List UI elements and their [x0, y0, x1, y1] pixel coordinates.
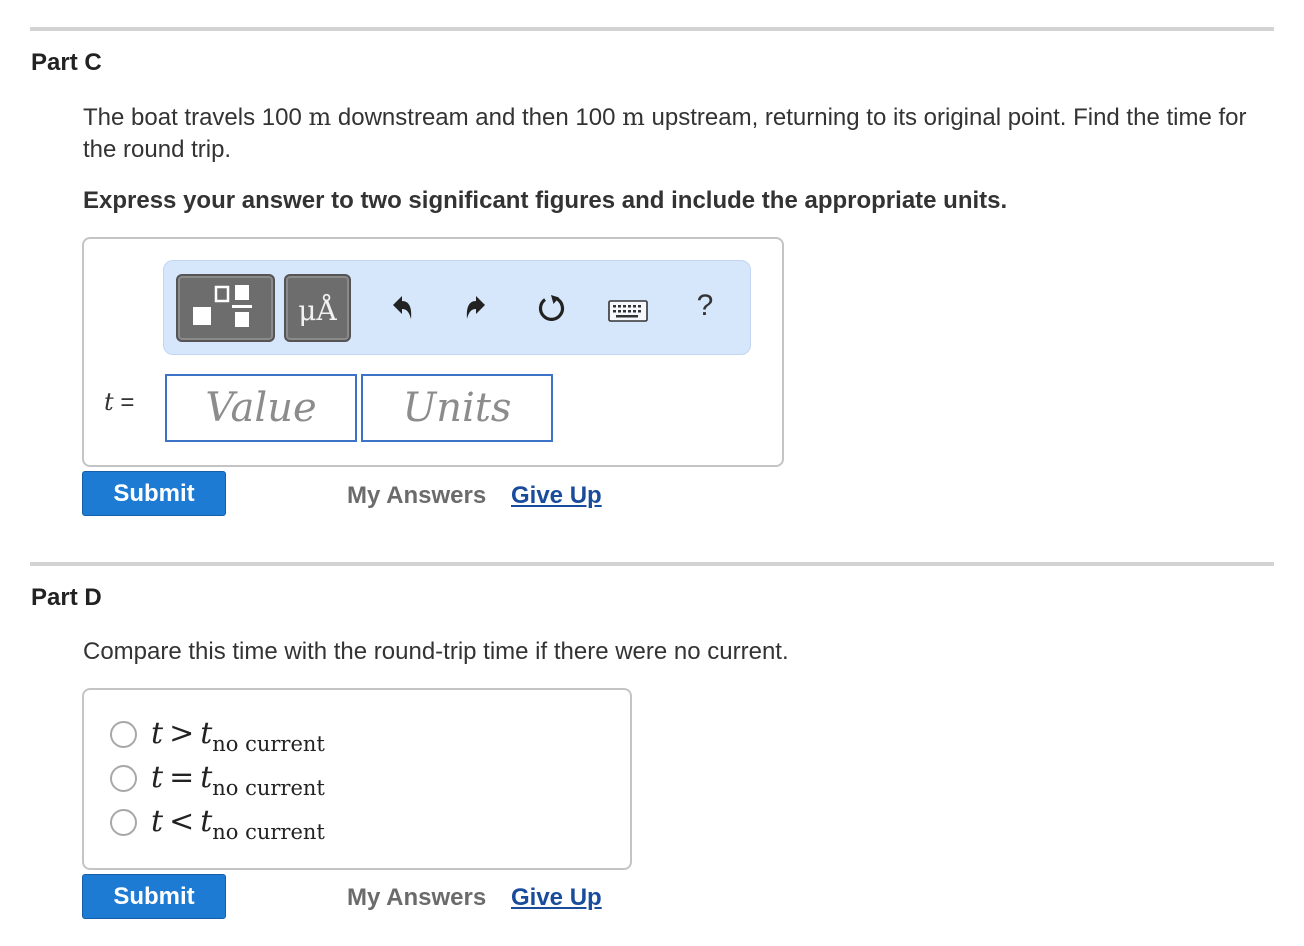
undo-arrow-icon	[393, 296, 412, 319]
part-d-title: Part D	[31, 584, 102, 611]
fraction-template-icon	[193, 285, 252, 327]
undo-button[interactable]	[384, 291, 418, 325]
math-toolbar: μÅ ?	[163, 260, 751, 355]
units-symbol: μÅ	[298, 294, 337, 327]
units-input[interactable]	[361, 374, 553, 442]
radio-button[interactable]	[110, 809, 137, 836]
give-up-link-part-d[interactable]: Give Up	[511, 884, 602, 912]
part-c-question: The boat travels 100 m downstream and th…	[83, 103, 1247, 163]
give-up-link-part-c[interactable]: Give Up	[511, 482, 602, 510]
templates-button[interactable]	[176, 274, 275, 342]
section-divider	[30, 27, 1274, 31]
submit-button-part-c[interactable]: Submit	[82, 471, 226, 516]
keyboard-button[interactable]	[608, 300, 650, 326]
part-c-instruction: Express your answer to two significant f…	[83, 187, 1008, 214]
units-button[interactable]: μÅ	[284, 274, 351, 342]
reset-button[interactable]	[534, 290, 570, 326]
my-answers-link-part-c[interactable]: My Answers	[347, 482, 486, 510]
part-c-title: Part C	[31, 49, 102, 76]
option-label: t = tno current	[151, 760, 325, 800]
section-divider	[30, 562, 1274, 566]
value-input[interactable]	[165, 374, 357, 442]
redo-arrow-icon	[466, 296, 485, 319]
my-answers-link-part-d[interactable]: My Answers	[347, 884, 486, 912]
radio-button[interactable]	[110, 721, 137, 748]
keyboard-icon	[608, 300, 648, 322]
reset-icon	[538, 295, 565, 321]
part-d-question: Compare this time with the round-trip ti…	[83, 638, 789, 665]
redo-button[interactable]	[460, 291, 494, 325]
variable-label: t =	[104, 388, 135, 416]
submit-button-part-d[interactable]: Submit	[82, 874, 226, 919]
option-label: t < tno current	[151, 804, 325, 844]
radio-button[interactable]	[110, 765, 137, 792]
help-button[interactable]: ?	[690, 289, 720, 325]
option-label: t > tno current	[151, 716, 325, 756]
